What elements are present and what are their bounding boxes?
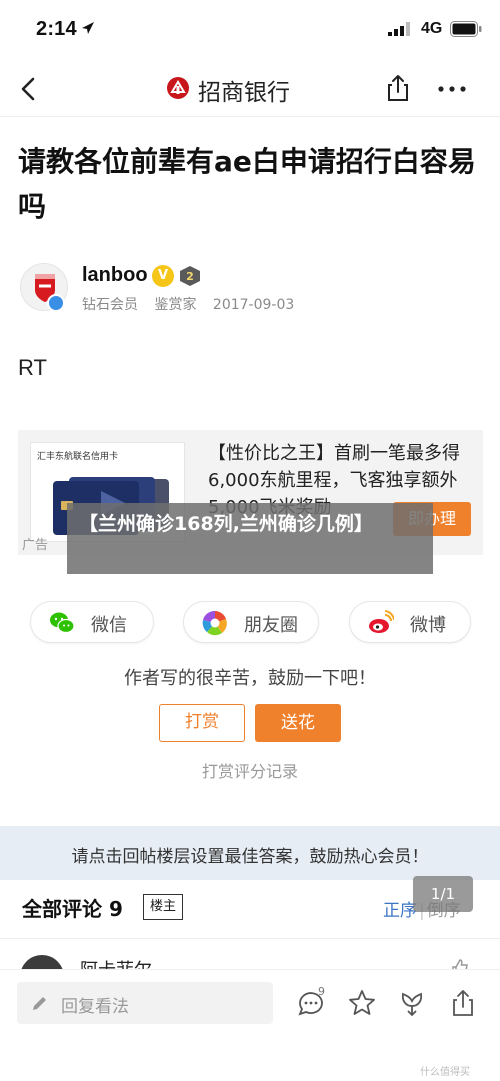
pencil-icon <box>33 997 46 1010</box>
wechat-icon <box>50 612 75 634</box>
weibo-icon <box>369 610 394 633</box>
send-flower-button[interactable]: 送花 <box>255 704 341 742</box>
share-moments-label: 朋友圈 <box>244 615 298 636</box>
location-arrow-icon <box>82 22 94 34</box>
favorite-star-icon[interactable] <box>347 988 377 1018</box>
verified-badge-icon <box>47 294 65 312</box>
tip-button[interactable]: 打赏 <box>159 704 245 742</box>
reward-note: 作者写的很辛苦，鼓励一下吧！ <box>124 668 376 689</box>
bottom-action-bar: 回复看法 9 什么值得买 <box>0 969 500 1081</box>
nav-bar: 招商银行 <box>0 62 500 117</box>
share-moments-button[interactable]: 朋友圈 <box>183 601 319 643</box>
comment-count: 9 <box>318 985 325 998</box>
ad-card-title: 汇丰东航联名信用卡 <box>37 452 119 462</box>
level-badge-number: 2 <box>186 270 194 283</box>
battery-icon <box>450 21 482 37</box>
share-weibo-label: 微博 <box>410 615 446 636</box>
overlay-banner: 【兰州确诊168列,兰州确诊几例】 <box>67 503 433 574</box>
share-bottom-icon[interactable] <box>448 988 478 1018</box>
hint-text: 请点击回帖楼层设置最佳答案，鼓励热心会员！ <box>71 847 429 867</box>
page-indicator[interactable]: 1/1 <box>413 876 473 912</box>
best-answer-hint: 请点击回帖楼层设置最佳答案，鼓励热心会员！ <box>0 826 500 880</box>
network-type: 4G <box>421 20 443 37</box>
reply-input[interactable]: 回复看法 <box>17 982 273 1024</box>
ad-label: 广告 <box>22 538 49 553</box>
cmb-logo-icon <box>167 77 189 99</box>
post-date: 2017-09-03 <box>212 297 295 313</box>
author-name[interactable]: lanboo <box>82 264 148 287</box>
more-options-icon[interactable] <box>436 78 468 100</box>
watermark: 什么值得买 <box>420 1067 470 1078</box>
share-wechat-button[interactable]: 微信 <box>30 601 154 643</box>
page-title: 招商银行 <box>198 80 290 106</box>
author-meta: 钻石会员 鉴赏家 2017-09-03 <box>82 294 306 314</box>
overlay-text: 【兰州确诊168列,兰州确诊几例】 <box>79 513 373 535</box>
comment-divider <box>0 938 500 939</box>
moments-icon <box>202 610 227 636</box>
back-arrow-icon[interactable] <box>14 74 44 104</box>
order-asc-label[interactable]: 正序 <box>383 901 417 921</box>
status-bar: 2:14 4G <box>0 0 500 62</box>
share-wechat-label: 微信 <box>91 615 127 636</box>
share-icon[interactable] <box>383 73 413 103</box>
status-time: 2:14 <box>36 18 77 40</box>
signal-icon <box>388 22 410 36</box>
vip-badge-icon: V <box>152 265 174 287</box>
author-role: 鉴赏家 <box>154 297 197 313</box>
op-only-filter[interactable]: 楼主 <box>143 894 183 920</box>
comments-title: 全部评论 9 <box>22 897 123 921</box>
flower-icon[interactable] <box>397 988 427 1018</box>
reward-record-link[interactable]: 打赏评分记录 <box>0 758 500 782</box>
post-body: RT <box>18 355 47 380</box>
post-title: 请教各位前辈有ae白申请招行白容易吗 <box>18 145 476 223</box>
reply-placeholder: 回复看法 <box>61 997 129 1017</box>
level-badge-icon: 2 <box>180 266 200 286</box>
share-weibo-button[interactable]: 微博 <box>349 601 471 643</box>
author-rank: 钻石会员 <box>82 297 138 313</box>
